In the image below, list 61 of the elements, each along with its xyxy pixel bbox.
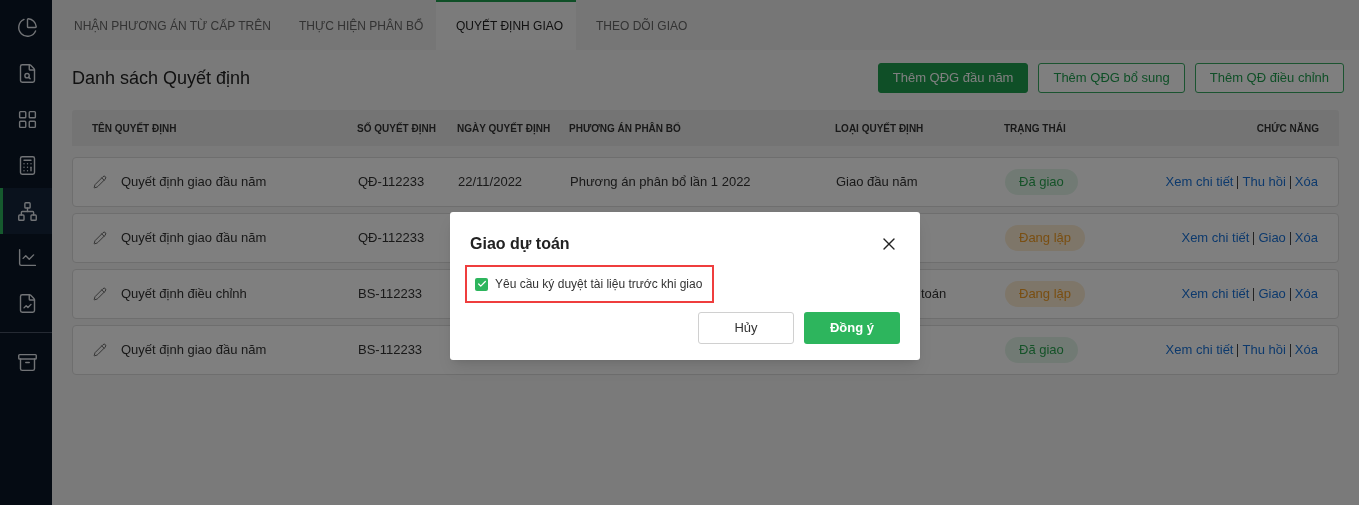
table-cell-text: 22/11/2022 [458, 173, 523, 192]
tab[interactable]: THEO DÕI GIAO [576, 0, 696, 50]
table-cell-text: Quyết định giao đầu năm [121, 341, 267, 360]
confirm-button[interactable]: Đồng ý [804, 312, 900, 344]
checkbox[interactable] [475, 277, 488, 291]
column-header: SỐ QUYẾT ĐỊNH [357, 121, 436, 136]
action-link[interactable]: Thu hồi [1242, 172, 1286, 192]
action-link[interactable]: Xóa [1294, 172, 1318, 192]
table-cell-text: Quyết định điều chỉnh [121, 285, 247, 304]
action-link[interactable]: Xem chi tiết [1165, 172, 1234, 192]
action-link[interactable]: Xóa [1294, 228, 1318, 248]
column-header: TÊN QUYẾT ĐỊNH [92, 121, 177, 136]
report-icon [17, 292, 38, 314]
table-cell-text: Quyết định giao đầu năm [121, 229, 267, 248]
dialog-title: Giao dự toán [470, 234, 570, 254]
table-cell-text: toán [921, 285, 947, 304]
edit-icon[interactable] [93, 343, 107, 357]
column-header: TRẠNG THÁI [1004, 121, 1066, 136]
grid-icon [17, 108, 38, 130]
table-cell-text: QĐ-112233 [358, 229, 425, 248]
action-link[interactable]: Thu hồi [1242, 340, 1286, 360]
table-cell-text: Quyết định giao đầu năm [121, 173, 267, 192]
document-search-icon [17, 62, 38, 84]
pie-chart-icon [17, 16, 38, 38]
action-link[interactable]: Xem chi tiết [1165, 340, 1234, 360]
status-badge: Đã giao [1005, 337, 1078, 363]
column-header: LOẠI QUYẾT ĐỊNH [835, 121, 924, 136]
action-link[interactable]: Xóa [1294, 284, 1318, 304]
tab[interactable]: THỰC HIỆN PHÂN BỔ [279, 0, 436, 50]
add-button[interactable]: Thêm QĐ điều chỉnh [1194, 63, 1344, 93]
table-cell-text: Giao đầu năm [836, 173, 918, 192]
edit-icon[interactable] [93, 231, 107, 245]
action-link[interactable]: Giao [1258, 284, 1286, 304]
table-cell-text: QĐ-112233 [358, 173, 425, 192]
status-badge: Đang lập [1005, 225, 1086, 251]
column-header: NGÀY QUYẾT ĐỊNH [457, 121, 551, 136]
line-chart-icon [17, 246, 38, 268]
checkbox-label: Yêu cầu ký duyệt tài liệu trước khi giao [495, 276, 703, 293]
table-cell-text: Phương án phân bổ lần 1 2022 [570, 173, 751, 192]
add-button[interactable]: Thêm QĐG đầu năm [877, 63, 1029, 93]
page-title: Danh sách Quyết định [72, 66, 251, 90]
column-header: PHƯƠNG ÁN PHÂN BỔ [569, 121, 681, 136]
table-cell-text: BS-112233 [358, 341, 423, 360]
archive-icon [17, 351, 38, 373]
action-link[interactable]: Xem chi tiết [1181, 228, 1250, 248]
action-link[interactable]: Xóa [1294, 340, 1318, 360]
calculator-icon [17, 154, 38, 176]
table-cell-text: BS-112233 [358, 285, 423, 304]
edit-icon[interactable] [93, 287, 107, 301]
action-link[interactable]: Xem chi tiết [1181, 284, 1250, 304]
edit-icon[interactable] [93, 175, 107, 189]
action-link[interactable]: Giao [1258, 228, 1286, 248]
status-badge: Đã giao [1005, 169, 1078, 195]
hierarchy-icon [17, 200, 38, 222]
add-button[interactable]: Thêm QĐG bổ sung [1038, 63, 1185, 93]
cancel-button[interactable]: Hủy [698, 312, 794, 344]
status-badge: Đang lập [1005, 281, 1086, 307]
column-header: CHỨC NĂNG [1256, 121, 1319, 136]
sidebar-item[interactable] [0, 188, 52, 234]
tab[interactable]: QUYẾT ĐỊNH GIAO [436, 0, 576, 50]
tab[interactable]: NHẬN PHƯƠNG ÁN TỪ CẤP TRÊN [54, 0, 279, 50]
